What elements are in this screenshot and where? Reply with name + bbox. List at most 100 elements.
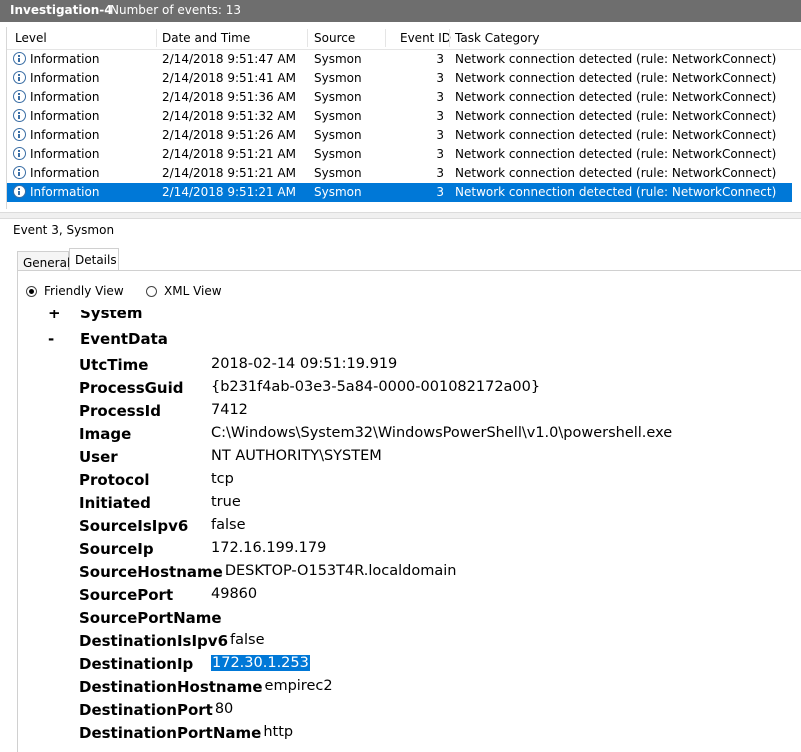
table-row[interactable]: Information 2/14/2018 9:51:36 AM Sysmon 3 Ne…	[7, 88, 801, 107]
event-data-row: SourceIp 172.16.199.179	[79, 540, 799, 563]
field-value[interactable]: {b231f4ab-03e3-5a84-0000-001082172a00}	[211, 379, 540, 395]
field-value[interactable]: 172.30.1.253	[211, 655, 310, 671]
field-value[interactable]: 172.16.199.179	[211, 540, 326, 556]
table-row[interactable]: Information 2/14/2018 9:51:21 AM Sysmon 3 Ne…	[7, 183, 792, 202]
field-value[interactable]: 2018-02-14 09:51:19.919	[211, 356, 397, 372]
event-data-row: Initiated true	[79, 494, 799, 517]
event-data-row: DestinationIsIpv6 false	[79, 632, 799, 655]
pane-splitter[interactable]	[0, 212, 801, 219]
field-key: ProcessGuid	[79, 379, 184, 397]
event-detail-header: Event 3, Sysmon	[13, 223, 115, 237]
field-value[interactable]: empirec2	[265, 678, 333, 694]
column-separator[interactable]	[307, 29, 308, 47]
column-header-event-id[interactable]: Event ID	[400, 31, 451, 45]
column-header-task-category[interactable]: Task Category	[455, 31, 540, 45]
column-header-level[interactable]: Level	[15, 31, 47, 45]
xml-view-label: XML View	[164, 284, 222, 298]
field-key: Image	[79, 425, 132, 443]
field-value[interactable]: DESKTOP-O153T4R.localdomain	[225, 563, 457, 579]
column-header-source[interactable]: Source	[314, 31, 355, 45]
field-value[interactable]: false	[211, 517, 246, 533]
friendly-view-label: Friendly View	[44, 284, 124, 298]
event-data-row: ProcessId 7412	[79, 402, 799, 425]
title-bar: Investigation-4 Number of events: 13	[0, 0, 801, 22]
event-data-row: DestinationIp 172.30.1.253	[79, 655, 799, 678]
table-row[interactable]: Information 2/14/2018 9:51:47 AM Sysmon 3 Ne…	[7, 50, 801, 69]
event-data-row: DestinationPort 80	[79, 701, 799, 724]
tab-general[interactable]: General	[17, 251, 70, 270]
field-value[interactable]: http	[263, 724, 293, 740]
field-value[interactable]: false	[230, 632, 265, 648]
event-data-row: UtcTime 2018-02-14 09:51:19.919	[79, 356, 799, 379]
cell-date: 2/14/2018 9:51:26 AM	[162, 128, 296, 142]
info-icon	[13, 71, 26, 84]
field-key: Initiated	[79, 494, 151, 512]
info-icon	[13, 147, 26, 160]
column-separator[interactable]	[385, 29, 386, 47]
column-header-date[interactable]: Date and Time	[162, 31, 250, 45]
cell-task-category: Network connection detected (rule: Netwo…	[455, 147, 777, 161]
event-count: Number of events: 13	[110, 3, 241, 17]
table-row[interactable]: Information 2/14/2018 9:51:21 AM Sysmon 3 Ne…	[7, 145, 801, 164]
event-data-row: SourceHostname DESKTOP-O153T4R.localdomai…	[79, 563, 799, 586]
expand-icon[interactable]: +	[48, 310, 61, 322]
events-table-header: Level Date and Time Source Event ID Task…	[7, 27, 801, 50]
cell-source: Sysmon	[314, 52, 362, 66]
cell-source: Sysmon	[314, 109, 362, 123]
tree-node-label: System	[80, 310, 143, 322]
cell-level: Information	[30, 71, 100, 85]
info-icon	[13, 128, 26, 141]
field-value[interactable]: tcp	[211, 471, 234, 487]
cell-task-category: Network connection detected (rule: Netwo…	[455, 90, 777, 104]
event-data-row: SourceIsIpv6 false	[79, 517, 799, 540]
friendly-view-radio[interactable]: Friendly View	[26, 284, 124, 298]
cell-task-category: Network connection detected (rule: Netwo…	[455, 128, 777, 142]
field-value[interactable]: 80	[215, 701, 233, 717]
event-data-row: SourcePortName	[79, 609, 799, 632]
table-row[interactable]: Information 2/14/2018 9:51:21 AM Sysmon 3 Ne…	[7, 164, 801, 183]
field-value[interactable]: C:\Windows\System32\WindowsPowerShell\v1…	[211, 425, 672, 441]
info-icon	[13, 52, 26, 65]
cell-date: 2/14/2018 9:51:41 AM	[162, 71, 296, 85]
info-icon	[13, 109, 26, 122]
xml-view-radio[interactable]: XML View	[146, 284, 222, 298]
cell-level: Information	[30, 166, 100, 180]
field-value[interactable]: true	[211, 494, 241, 510]
cell-task-category: Network connection detected (rule: Netwo…	[455, 52, 777, 66]
cell-date: 2/14/2018 9:51:47 AM	[162, 52, 296, 66]
tree-node-label: EventData	[80, 330, 168, 348]
field-key: DestinationPort	[79, 701, 213, 719]
table-row[interactable]: Information 2/14/2018 9:51:32 AM Sysmon 3 Ne…	[7, 107, 801, 126]
cell-source: Sysmon	[314, 147, 362, 161]
cell-date: 2/14/2018 9:51:21 AM	[162, 147, 296, 161]
field-key: DestinationIp	[79, 655, 194, 673]
cell-task-category: Network connection detected (rule: Netwo…	[455, 166, 777, 180]
cell-event-id: 3	[436, 166, 444, 180]
table-row[interactable]: Information 2/14/2018 9:51:26 AM Sysmon 3 Ne…	[7, 126, 801, 145]
cell-event-id: 3	[436, 71, 444, 85]
events-table-body: Information 2/14/2018 9:51:47 AM Sysmon 3 Ne…	[7, 50, 801, 202]
info-icon	[13, 166, 26, 179]
field-key: DestinationPortName	[79, 724, 262, 742]
event-detail-tree: + System - EventData UtcTime 2018-02-14 0…	[34, 310, 801, 751]
cell-level: Information	[30, 128, 100, 142]
cell-event-id: 3	[436, 52, 444, 66]
cell-level: Information	[30, 52, 100, 66]
collapse-icon[interactable]: -	[48, 330, 54, 348]
field-key: DestinationIsIpv6	[79, 632, 229, 650]
radio-selected-icon	[26, 285, 37, 297]
cell-level: Information	[30, 147, 100, 161]
field-value[interactable]: NT AUTHORITY\SYSTEM	[211, 448, 382, 464]
tab-details[interactable]: Details	[69, 248, 119, 270]
field-key: SourceIsIpv6	[79, 517, 189, 535]
table-row[interactable]: Information 2/14/2018 9:51:41 AM Sysmon 3 Ne…	[7, 69, 801, 88]
field-value[interactable]: 7412	[211, 402, 248, 418]
field-value[interactable]: 49860	[211, 586, 257, 602]
event-data-row: SourcePort 49860	[79, 586, 799, 609]
column-separator[interactable]	[156, 29, 157, 47]
cell-source: Sysmon	[314, 166, 362, 180]
column-separator[interactable]	[449, 29, 450, 47]
event-data-row: DestinationPortName http	[79, 724, 799, 747]
field-key: SourcePort	[79, 586, 174, 604]
cell-date: 2/14/2018 9:51:21 AM	[162, 185, 296, 199]
